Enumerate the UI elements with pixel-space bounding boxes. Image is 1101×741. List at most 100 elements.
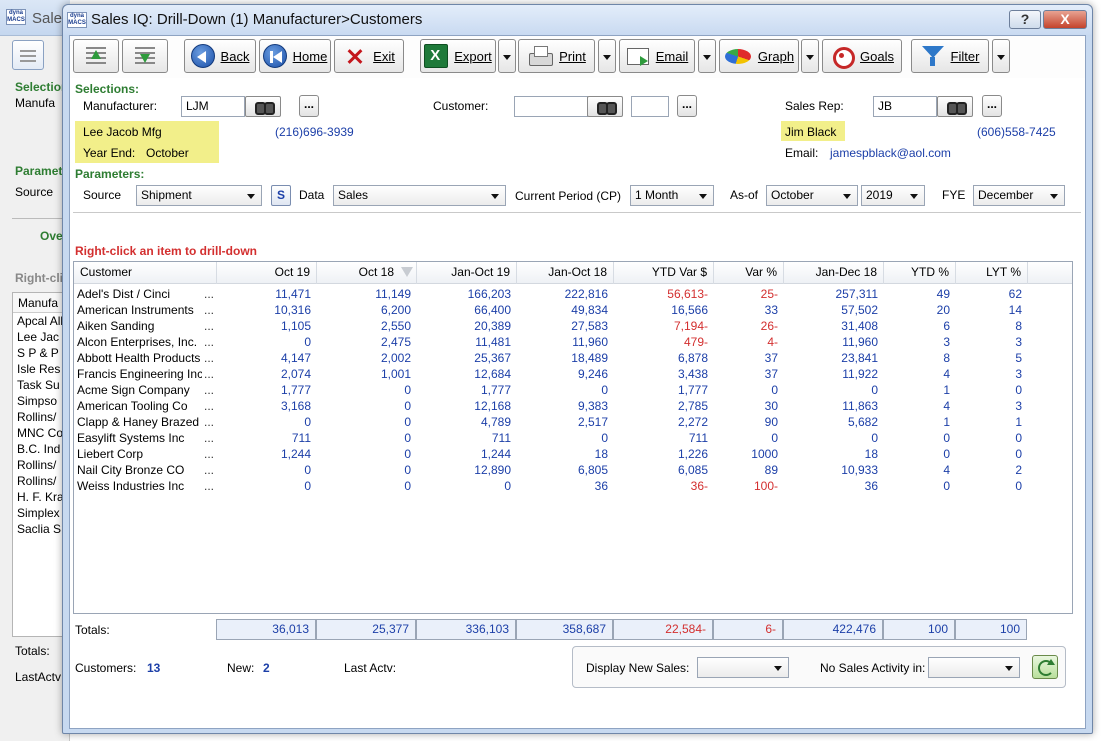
row-ellipsis-button[interactable]: ... (204, 382, 218, 398)
column-header-jandec18[interactable]: Jan-Dec 18 (784, 262, 884, 284)
customers-grid[interactable]: Customer Oct 19 Oct 18 Jan-Oct 19 Jan-Oct 18… (73, 261, 1073, 614)
table-row[interactable]: Liebert Corp 1,244 0 1,244 18 1,226 1000 18 0 0..… (74, 446, 1072, 462)
column-header-janoct18[interactable]: Jan-Oct 18 (517, 262, 614, 284)
sales-rep-search-binoculars-icon[interactable] (937, 96, 973, 117)
column-header-oct19[interactable]: Oct 19 (217, 262, 317, 284)
cell-ytdvar: 16,566 (671, 303, 708, 317)
source-select[interactable]: Shipment (136, 185, 262, 206)
table-row[interactable]: Clapp & Haney Brazed 0 0 4,789 2,517 2,272 90 5… (74, 414, 1072, 430)
row-ellipsis-button[interactable]: ... (204, 334, 218, 350)
move-down-button[interactable] (122, 39, 168, 73)
help-button[interactable]: ? (1009, 10, 1041, 29)
total-ytdpct: 100 (883, 619, 955, 640)
totals-label: Totals: (75, 623, 110, 637)
email-button[interactable]: Email (619, 39, 695, 73)
row-ellipsis-button[interactable]: ... (204, 430, 218, 446)
cell-oct19: 0 (304, 463, 311, 477)
table-row[interactable]: Nail City Bronze CO 0 0 12,890 6,805 6,085 89 1… (74, 462, 1072, 478)
cell-customer: American Tooling Co (77, 399, 188, 413)
manufacturer-input[interactable]: LJM (181, 96, 245, 117)
export-label: Export (454, 48, 492, 64)
exit-button[interactable]: Exit (334, 39, 404, 73)
email-dropdown-button[interactable] (698, 39, 716, 73)
row-ellipsis-button[interactable]: ... (204, 286, 218, 302)
graph-button[interactable]: Graph (719, 39, 799, 73)
print-dropdown-button[interactable] (598, 39, 616, 73)
graph-label: Graph (757, 48, 795, 64)
customer-browse-button[interactable]: ... (677, 95, 697, 117)
no-sales-activity-select[interactable] (928, 657, 1020, 678)
column-header-ytdpct[interactable]: YTD % (884, 262, 956, 284)
cell-oct19: 0 (304, 335, 311, 349)
fye-select[interactable]: December (973, 185, 1065, 206)
cell-oct18: 6,200 (380, 303, 411, 317)
column-header-varpct[interactable]: Var % (714, 262, 784, 284)
filter-button[interactable]: Filter (911, 39, 989, 73)
as-of-year-select[interactable]: 2019 (861, 185, 925, 206)
table-row[interactable]: Easylift Systems Inc 711 0 711 0 711 0 0 0 0... (74, 430, 1072, 446)
filter-dropdown-button[interactable] (992, 39, 1010, 73)
cell-lytpct: 14 (1008, 303, 1022, 317)
cell-jandec18: 10,933 (841, 463, 878, 477)
as-of-month-select[interactable]: October (766, 185, 858, 206)
manufacturer-search-binoculars-icon[interactable] (245, 96, 281, 117)
row-ellipsis-button[interactable]: ... (204, 398, 218, 414)
print-button[interactable]: Print (518, 39, 595, 73)
sales-rep-input[interactable]: JB (873, 96, 937, 117)
cell-oct19: 1,244 (280, 447, 311, 461)
table-row[interactable]: Francis Engineering Inc. 2,074 1,001 12,684… (74, 366, 1072, 382)
customer-secondary-input[interactable] (631, 96, 669, 117)
title-bar[interactable]: dyna MACS Sales IQ: Drill-Down (1) Manufa… (63, 5, 1092, 35)
current-period-select[interactable]: 1 Month (630, 185, 714, 206)
cell-lytpct: 0 (1015, 447, 1022, 461)
row-ellipsis-button[interactable]: ... (204, 318, 218, 334)
sales-rep-browse-button[interactable]: ... (982, 95, 1002, 117)
export-dropdown-button[interactable] (498, 39, 516, 73)
column-header-oct18[interactable]: Oct 18 (317, 262, 417, 284)
cell-oct19: 4,147 (280, 351, 311, 365)
table-row[interactable]: Abbott Health Products 4,147 2,002 25,367 18… (74, 350, 1072, 366)
bg-last-actv-label: LastActv (15, 670, 62, 684)
column-header-ytdvar[interactable]: YTD Var $ (614, 262, 714, 284)
row-ellipsis-button[interactable]: ... (204, 414, 218, 430)
row-ellipsis-button[interactable]: ... (204, 302, 218, 318)
cell-janoct18: 27,583 (571, 319, 608, 333)
export-button[interactable]: Export (420, 39, 496, 73)
excel-icon (424, 44, 449, 68)
customer-input[interactable] (514, 96, 588, 117)
table-row[interactable]: Alcon Enterprises, Inc. 0 2,475 11,481 11,96… (74, 334, 1072, 350)
close-button[interactable]: X (1043, 10, 1087, 29)
table-row[interactable]: Weiss Industries Inc 0 0 0 36 36- 100- 36 0 0... (74, 478, 1072, 494)
row-ellipsis-button[interactable]: ... (204, 350, 218, 366)
table-row[interactable]: Adel's Dist / Cinci 11,471 11,149 166,203 22… (74, 286, 1072, 302)
source-s-button[interactable]: S (271, 185, 291, 206)
table-row[interactable]: American Instruments 10,316 6,200 66,400 49,… (74, 302, 1072, 318)
cell-ytdpct: 20 (936, 303, 950, 317)
goals-button[interactable]: Goals (822, 39, 902, 73)
table-row[interactable]: Acme Sign Company 1,777 0 1,777 0 1,777 0 0 1 0..… (74, 382, 1072, 398)
report-icon[interactable] (12, 40, 44, 70)
table-row[interactable]: Aiken Sanding 1,105 2,550 20,389 27,583 7,194… (74, 318, 1072, 334)
customer-search-binoculars-icon[interactable] (587, 96, 623, 117)
cell-ytdvar: 711 (688, 431, 708, 445)
row-ellipsis-button[interactable]: ... (204, 366, 218, 382)
email-link[interactable]: jamespblack@aol.com (830, 146, 951, 160)
manufacturer-browse-button[interactable]: ... (299, 95, 319, 117)
refresh-icon[interactable] (1032, 655, 1058, 679)
display-new-sales-select[interactable] (697, 657, 789, 678)
total-oct18: 25,377 (316, 619, 416, 640)
data-select[interactable]: Sales (333, 185, 506, 206)
table-row[interactable]: American Tooling Co 3,168 0 12,168 9,383 2,78… (74, 398, 1072, 414)
row-ellipsis-button[interactable]: ... (204, 446, 218, 462)
column-header-lytpct[interactable]: LYT % (956, 262, 1028, 284)
row-ellipsis-button[interactable]: ... (204, 462, 218, 478)
move-up-button[interactable] (73, 39, 119, 73)
graph-dropdown-button[interactable] (801, 39, 819, 73)
home-button[interactable]: Home (259, 39, 331, 73)
column-header-janoct19[interactable]: Jan-Oct 19 (417, 262, 517, 284)
column-header-customer[interactable]: Customer (74, 262, 217, 284)
row-ellipsis-button[interactable]: ... (204, 478, 218, 494)
print-label: Print (559, 48, 586, 64)
back-button[interactable]: Back (184, 39, 256, 73)
bg-tab-overview[interactable]: Ove (40, 229, 63, 243)
